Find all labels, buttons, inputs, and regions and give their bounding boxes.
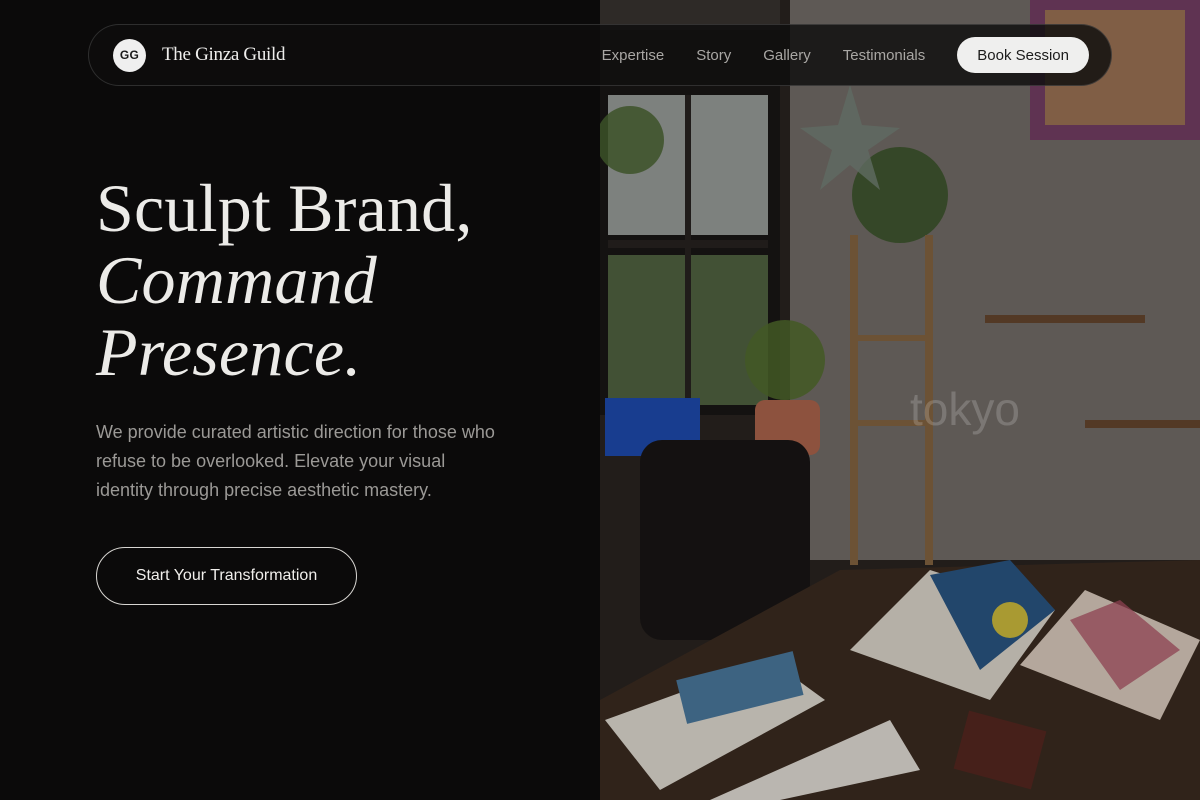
nav-link-story[interactable]: Story [696, 47, 731, 64]
nav-link-gallery[interactable]: Gallery [763, 47, 811, 64]
hero-lede: We provide curated artistic direction fo… [96, 422, 495, 500]
nav-link-testimonials[interactable]: Testimonials [843, 47, 926, 64]
brand[interactable]: GG The Ginza Guild [113, 38, 285, 72]
brand-name[interactable]: The Ginza Guild [162, 44, 285, 66]
nav-link-expertise[interactable]: Expertise [602, 47, 665, 64]
start-transformation-button[interactable]: Start Your Transformation [96, 547, 357, 605]
nav-links: Expertise Story Gallery Testimonials [602, 47, 926, 64]
hero-section: Sculpt Brand, Command Presence. We provi… [96, 172, 566, 605]
headline-line-1: Sculpt Brand, [96, 170, 473, 246]
headline-line-2: Command [96, 242, 377, 318]
top-nav: GG The Ginza Guild Expertise Story Galle… [88, 24, 1112, 86]
studio-desk-illustration: tokyo [600, 0, 1200, 800]
headline-line-3: Presence. [96, 314, 362, 390]
brand-logo[interactable]: GG [113, 38, 146, 72]
hero-headline: Sculpt Brand, Command Presence. [96, 172, 566, 388]
hero-photo: tokyo [600, 0, 1200, 800]
book-session-button[interactable]: Book Session [957, 37, 1089, 73]
photo-watermark: tokyo [910, 383, 1020, 435]
